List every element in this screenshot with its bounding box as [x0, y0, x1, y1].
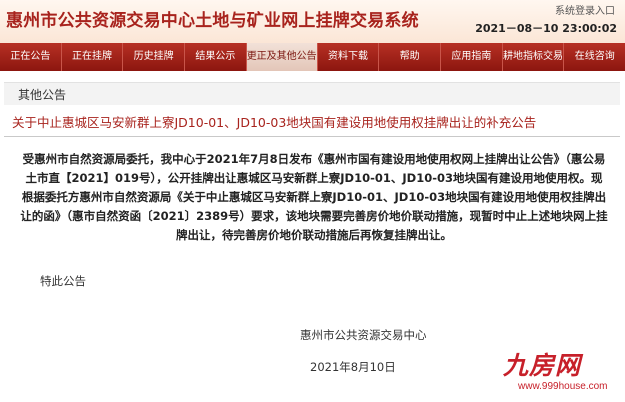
notice-title: 关于中止惠城区马安新群上寮JD10-01、JD10-03地块国有建设用地使用权挂… [12, 115, 537, 130]
notice-closing: 特此公告 [40, 274, 86, 288]
nav-item-history[interactable]: 历史挂牌 [123, 43, 186, 71]
nav-item-guide[interactable]: 应用指南 [441, 43, 503, 71]
site-title: 惠州市公共资源交易中心土地与矿业网上挂牌交易系统 [6, 11, 419, 31]
nav-item-listing[interactable]: 正在挂牌 [62, 43, 124, 71]
watermark-brand: 九房网 [503, 351, 582, 380]
current-datetime: 2021－08－10 23:00:02 [475, 22, 617, 35]
nav-item-consult[interactable]: 在线咨询 [564, 43, 625, 71]
login-link[interactable]: 系统登录入口 [555, 2, 615, 17]
nav-item-results[interactable]: 结果公示 [185, 43, 247, 71]
main-nav: 正在公告 正在挂牌 历史挂牌 结果公示 更正及其他公告 资料下载 帮助 应用指南… [0, 43, 625, 71]
section-header: 其他公告 [4, 82, 620, 105]
nav-item-downloads[interactable]: 资料下载 [318, 43, 380, 71]
signature-date: 2021年8月10日 [310, 360, 396, 374]
nav-item-help[interactable]: 帮助 [379, 43, 442, 71]
signature-organization: 惠州市公共资源交易中心 [300, 328, 427, 342]
nav-item-farmland-quota[interactable]: 耕地指标交易 [503, 43, 565, 71]
watermark-logo: 九房网 www.999house.com [500, 346, 620, 400]
watermark-url: www.999house.com [518, 381, 608, 392]
notice-body: 受惠州市自然资源局委托，我中心于2021年7月8日发布《惠州市国有建设用地使用权… [20, 152, 608, 242]
site-header: 惠州市公共资源交易中心土地与矿业网上挂牌交易系统 系统登录入口 2021－08－… [0, 0, 625, 43]
nav-item-announcements[interactable]: 正在公告 [0, 43, 62, 71]
nav-item-corrections[interactable]: 更正及其他公告 [246, 43, 318, 71]
divider [4, 136, 620, 137]
section-title: 其他公告 [18, 88, 67, 102]
